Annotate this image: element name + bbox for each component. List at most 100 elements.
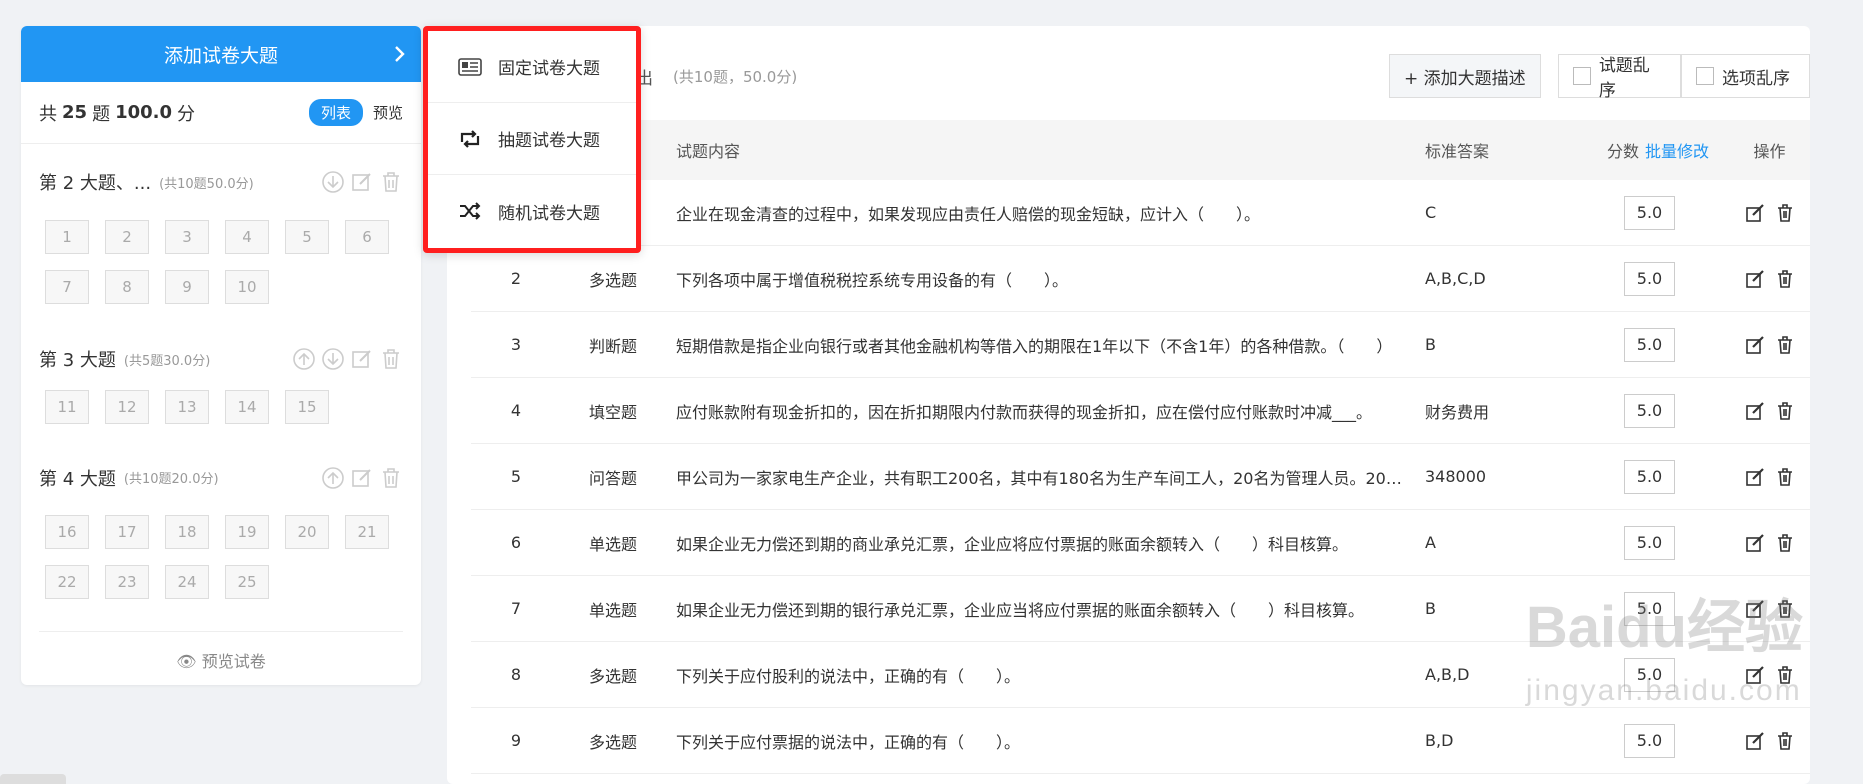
question-number-button[interactable]: 13: [165, 390, 209, 424]
trash-icon[interactable]: [1775, 401, 1795, 421]
edit-icon[interactable]: [1745, 401, 1765, 421]
add-section-button[interactable]: 添加试卷大题: [21, 26, 421, 82]
standard-answer: B: [1425, 335, 1436, 354]
score-input[interactable]: 5.0: [1624, 393, 1675, 428]
section-title: 第 2 大题、...: [39, 173, 152, 194]
question-number-button[interactable]: 8: [105, 270, 149, 304]
edit-icon[interactable]: [1745, 665, 1765, 685]
table-row: 6 单选题 如果企业无力偿还到期的商业承兑汇票，企业应将应付票据的账面余额转入（ ）…: [471, 510, 1810, 576]
edit-icon[interactable]: [1745, 467, 1765, 487]
edit-icon[interactable]: [1745, 731, 1765, 751]
question-number-button[interactable]: 25: [225, 565, 269, 599]
question-number-button[interactable]: 17: [105, 515, 149, 549]
shuffle-questions-checkbox[interactable]: 试题乱序: [1558, 54, 1681, 101]
score-input[interactable]: 5.0: [1624, 657, 1675, 692]
edit-icon[interactable]: [1745, 599, 1765, 619]
question-number: 3: [510, 335, 522, 354]
question-number-button[interactable]: 11: [45, 390, 89, 424]
table-row: 7 单选题 如果企业无力偿还到期的银行承兑汇票，企业应当将应付票据的账面余额转入（ …: [471, 576, 1810, 642]
newspaper-icon: [458, 57, 482, 76]
edit-icon[interactable]: [1745, 269, 1765, 289]
question-number-button[interactable]: 15: [285, 390, 329, 424]
question-number-button[interactable]: 19: [225, 515, 269, 549]
question-type: 判断题: [589, 336, 638, 356]
trash-icon[interactable]: [1775, 731, 1795, 751]
menu-item-fixed-section[interactable]: 固定试卷大题: [428, 31, 636, 103]
section-header: 出 (共10题，50.0分) + 添加大题描述 试题乱序 选项乱序: [447, 54, 1810, 101]
trash-icon[interactable]: [1775, 665, 1795, 685]
summary-suffix: 分: [177, 103, 195, 125]
preview-view-toggle[interactable]: 预览: [373, 102, 403, 123]
edit-icon[interactable]: [1745, 203, 1765, 223]
question-content: 企业在现金清查的过程中，如果发现应由责任人赔偿的现金短缺，应计入（ ）。: [676, 204, 1261, 224]
question-number-button[interactable]: 3: [165, 220, 209, 254]
question-number-button[interactable]: 22: [45, 565, 89, 599]
table-row: 企业在现金清查的过程中，如果发现应由责任人赔偿的现金短缺，应计入（ ）。 C 5.0: [471, 180, 1810, 246]
row-actions: [1729, 731, 1810, 751]
preview-paper-button[interactable]: 👁 预览试卷: [21, 632, 421, 672]
trash-icon[interactable]: [379, 347, 403, 371]
table-body: 企业在现金清查的过程中，如果发现应由责任人赔偿的现金短缺，应计入（ ）。 C 5.0…: [471, 180, 1810, 774]
menu-item-random-section[interactable]: 随机试卷大题: [428, 175, 636, 247]
menu-item-draw-section[interactable]: 抽题试卷大题: [428, 103, 636, 175]
shuffle-options-label: 选项乱序: [1722, 68, 1790, 89]
question-number-button[interactable]: 9: [165, 270, 209, 304]
move-down-icon[interactable]: [321, 170, 345, 194]
trash-icon[interactable]: [1775, 269, 1795, 289]
question-number-button[interactable]: 2: [105, 220, 149, 254]
trash-icon[interactable]: [1775, 467, 1795, 487]
batch-edit-link[interactable]: 批量修改: [1645, 142, 1709, 161]
score-input[interactable]: 5.0: [1624, 591, 1675, 626]
score-input[interactable]: 5.0: [1624, 327, 1675, 362]
question-number-button[interactable]: 7: [45, 270, 89, 304]
trash-icon[interactable]: [1775, 533, 1795, 553]
trash-icon[interactable]: [379, 466, 403, 490]
question-content: 下列关于应付票据的说法中，正确的有（ ）。: [676, 732, 1021, 752]
trash-icon[interactable]: [1775, 599, 1795, 619]
question-number-button[interactable]: 14: [225, 390, 269, 424]
move-up-icon[interactable]: [292, 347, 316, 371]
score-input[interactable]: 5.0: [1624, 459, 1675, 494]
eye-icon: 👁: [176, 652, 197, 671]
edit-icon[interactable]: [1745, 533, 1765, 553]
question-number-button[interactable]: 5: [285, 220, 329, 254]
question-type: 多选题: [589, 732, 638, 752]
trash-icon[interactable]: [1775, 335, 1795, 355]
standard-answer: A: [1425, 533, 1436, 552]
move-down-icon[interactable]: [321, 347, 345, 371]
question-number-button[interactable]: 18: [165, 515, 209, 549]
edit-icon[interactable]: [350, 347, 374, 371]
move-up-icon[interactable]: [321, 466, 345, 490]
score-cell: 5.0: [1557, 261, 1729, 296]
question-number-button[interactable]: 21: [345, 515, 389, 549]
question-number-button[interactable]: 16: [45, 515, 89, 549]
question-number-button[interactable]: 24: [165, 565, 209, 599]
question-number: 9: [510, 731, 522, 750]
question-number-grid: 11 12 13 14 15: [45, 390, 405, 440]
score-input[interactable]: 5.0: [1624, 195, 1675, 230]
edit-icon[interactable]: [350, 466, 374, 490]
add-description-button[interactable]: + 添加大题描述: [1389, 54, 1541, 98]
list-view-toggle[interactable]: 列表: [308, 99, 363, 126]
question-content: 短期借款是指企业向银行或者其他金融机构等借入的期限在1年以下（不含1年）的各种借…: [676, 336, 1393, 356]
question-number-button[interactable]: 12: [105, 390, 149, 424]
question-number-button[interactable]: 23: [105, 565, 149, 599]
question-number-grid: 16 17 18 19 20 21 22 23 24 25: [45, 515, 405, 615]
score-input[interactable]: 5.0: [1624, 525, 1675, 560]
score-input[interactable]: 5.0: [1624, 261, 1675, 296]
question-number-button[interactable]: 6: [345, 220, 389, 254]
trash-icon[interactable]: [1775, 203, 1795, 223]
question-number-button[interactable]: 10: [225, 270, 269, 304]
trash-icon[interactable]: [379, 170, 403, 194]
score-input[interactable]: 5.0: [1624, 723, 1675, 758]
edit-icon[interactable]: [1745, 335, 1765, 355]
question-number-button[interactable]: 1: [45, 220, 89, 254]
question-number-button[interactable]: 4: [225, 220, 269, 254]
question-content: 如果企业无力偿还到期的商业承兑汇票，企业应将应付票据的账面余额转入（ ）科目核算…: [676, 534, 1349, 554]
edit-icon[interactable]: [350, 170, 374, 194]
question-number-button[interactable]: 20: [285, 515, 329, 549]
shuffle-options-checkbox[interactable]: 选项乱序: [1681, 54, 1810, 98]
row-actions: [1729, 335, 1810, 355]
score-cell: 5.0: [1557, 723, 1729, 758]
header-content: 试题内容: [676, 142, 741, 161]
